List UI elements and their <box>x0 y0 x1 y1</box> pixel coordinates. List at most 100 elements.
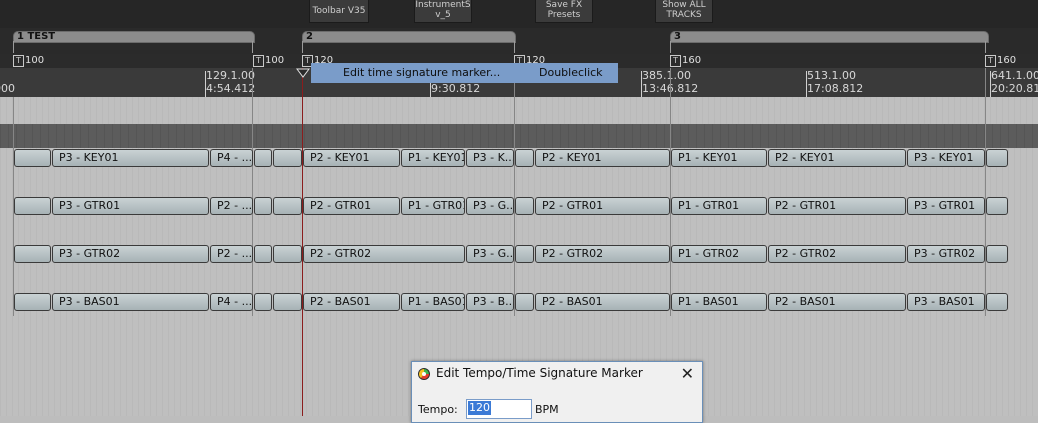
ruler-time: 17:08.812 <box>807 82 864 95</box>
region-boundary <box>514 68 515 316</box>
time-signature-icon: T <box>670 55 681 67</box>
ruler-bar: 129.1.00 <box>206 69 255 82</box>
media-item[interactable]: P2 - GTR01 <box>303 197 400 215</box>
media-item[interactable]: P3 - BAS01 <box>907 293 985 311</box>
media-item[interactable]: P3 - GTR01 <box>52 197 209 215</box>
show-all-tracks-button[interactable]: Show ALL TRACKS <box>655 0 713 23</box>
media-item[interactable] <box>273 293 302 311</box>
media-item[interactable]: P2 - GTR02 <box>303 245 465 263</box>
dialog-title: Edit Tempo/Time Signature Marker <box>436 366 643 380</box>
media-item[interactable] <box>986 293 1008 311</box>
media-item[interactable] <box>273 245 302 263</box>
tempo-value: 160 <box>997 55 1017 66</box>
media-item[interactable] <box>273 197 302 215</box>
close-icon[interactable]: ✕ <box>681 364 694 383</box>
region-edge <box>13 41 14 53</box>
media-item[interactable]: P3 - B... <box>466 293 514 311</box>
media-item[interactable] <box>254 293 272 311</box>
region-edge <box>252 41 253 53</box>
media-item[interactable]: P1 - GTR01 <box>671 197 767 215</box>
media-item[interactable] <box>254 149 272 167</box>
media-item[interactable]: P1 - GTR01 <box>401 197 465 215</box>
media-item[interactable]: P2 - GTR02 <box>535 245 670 263</box>
media-item[interactable]: P1 - KEY01 <box>401 149 465 167</box>
ruler-bar: 385.1.00 <box>642 69 691 82</box>
edit-cursor[interactable] <box>302 68 303 416</box>
media-item[interactable]: P1 - BAS01 <box>401 293 465 311</box>
time-signature-icon: T <box>253 55 264 67</box>
tooltip-action: Edit time signature marker... <box>343 66 501 79</box>
ruler-time: 4:54.412 <box>206 82 256 95</box>
tempo-marker[interactable]: T 100 <box>253 55 284 67</box>
media-item[interactable] <box>14 197 51 215</box>
ruler-bar: 513.1.00 <box>807 69 856 82</box>
media-item[interactable]: P3 - KEY01 <box>52 149 209 167</box>
media-item[interactable]: P3 - G... <box>466 197 514 215</box>
media-item[interactable]: P4 - ... <box>210 293 253 311</box>
media-item[interactable]: P3 - GTR02 <box>52 245 209 263</box>
media-item[interactable]: P2 - GTR02 <box>768 245 906 263</box>
media-item[interactable]: P1 - BAS01 <box>671 293 767 311</box>
reaper-logo-icon <box>418 368 430 380</box>
ruler-time: 000 <box>0 82 15 95</box>
media-item[interactable]: P2 - BAS01 <box>303 293 400 311</box>
ruler-time: 9:30.812 <box>431 82 481 95</box>
media-item[interactable]: P3 - K... <box>466 149 514 167</box>
empty-track-lane[interactable] <box>0 124 1038 148</box>
media-item[interactable]: P2 - KEY01 <box>535 149 670 167</box>
media-item[interactable]: P1 - KEY01 <box>671 149 767 167</box>
media-item[interactable]: P2 - GTR01 <box>768 197 906 215</box>
media-item[interactable] <box>14 245 51 263</box>
tempo-marker[interactable]: T 160 <box>985 55 1016 67</box>
toolbar-v35-button[interactable]: Toolbar V35 <box>309 0 369 23</box>
media-item[interactable]: P2 - GTR01 <box>535 197 670 215</box>
time-signature-icon: T <box>13 55 24 67</box>
media-item[interactable] <box>254 197 272 215</box>
tempo-label: Tempo: <box>418 403 458 416</box>
instruments-button[interactable]: InstrumentS v_5 <box>414 0 472 23</box>
region-edge <box>514 41 515 53</box>
region-1[interactable]: 1 TEST <box>13 31 255 43</box>
media-item[interactable] <box>14 293 51 311</box>
media-item[interactable]: P1 - GTR02 <box>671 245 767 263</box>
media-item[interactable]: P3 - GTR01 <box>907 197 985 215</box>
media-item[interactable]: P3 - GTR02 <box>907 245 985 263</box>
tempo-marker[interactable]: T 160 <box>670 55 701 67</box>
top-toolbar: Toolbar V35 InstrumentS v_5 Save FX Pres… <box>0 0 1038 28</box>
edit-tempo-dialog: Edit Tempo/Time Signature Marker ✕ Tempo… <box>411 361 703 423</box>
save-fx-presets-button[interactable]: Save FX Presets <box>535 0 593 23</box>
media-item[interactable] <box>254 245 272 263</box>
media-item[interactable]: P2 - ... <box>210 197 253 215</box>
media-item[interactable] <box>515 197 534 215</box>
region-3[interactable]: 3 <box>670 31 989 43</box>
time-signature-icon: T <box>985 55 996 67</box>
media-item[interactable] <box>986 149 1008 167</box>
media-item[interactable]: P3 - BAS01 <box>52 293 209 311</box>
media-item[interactable] <box>515 245 534 263</box>
region-edge <box>985 41 986 53</box>
media-item[interactable] <box>515 293 534 311</box>
edit-cursor-head-icon[interactable] <box>296 68 310 78</box>
media-item[interactable]: P3 - G... <box>466 245 514 263</box>
media-item[interactable] <box>986 197 1008 215</box>
region-boundary <box>670 68 671 316</box>
tempo-value: 160 <box>682 55 702 66</box>
media-item[interactable]: P2 - BAS01 <box>535 293 670 311</box>
region-boundary <box>985 68 986 316</box>
media-item[interactable]: P4 - ... <box>210 149 253 167</box>
media-item[interactable]: P2 - ... <box>210 245 253 263</box>
media-item[interactable]: P3 - KEY01 <box>907 149 985 167</box>
tempo-marker[interactable]: T 100 <box>13 55 44 67</box>
media-item[interactable]: P2 - BAS01 <box>768 293 906 311</box>
media-item[interactable] <box>986 245 1008 263</box>
region-2[interactable]: 2 <box>302 31 516 43</box>
media-item[interactable] <box>273 149 302 167</box>
media-item[interactable] <box>14 149 51 167</box>
media-item[interactable] <box>515 149 534 167</box>
region-edge <box>302 41 303 53</box>
tempo-value: 100 <box>265 55 285 66</box>
tempo-input[interactable]: 120 <box>466 399 532 419</box>
tempo-input-value: 120 <box>468 401 491 415</box>
media-item[interactable]: P2 - KEY01 <box>768 149 906 167</box>
media-item[interactable]: P2 - KEY01 <box>303 149 400 167</box>
